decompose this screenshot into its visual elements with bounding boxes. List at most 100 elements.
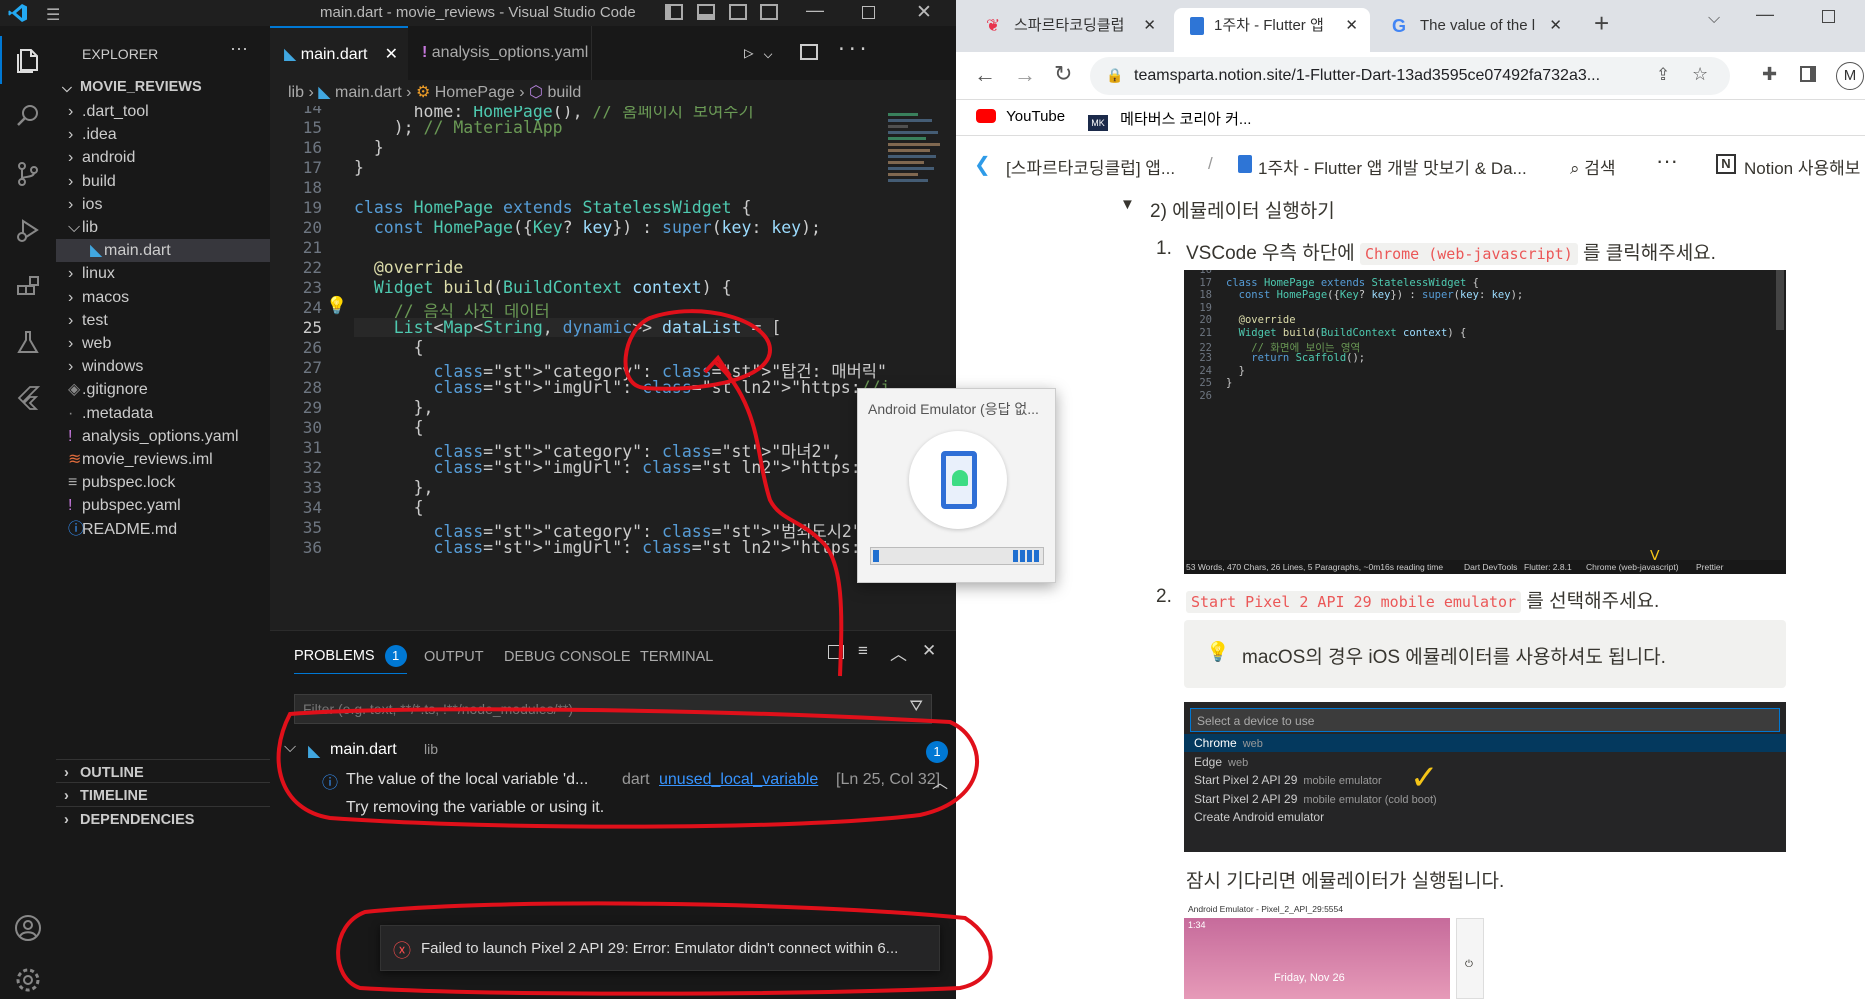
maximize-button[interactable]	[862, 6, 875, 19]
share-icon[interactable]: ⇪	[1656, 65, 1670, 85]
tree-item-android[interactable]: › android	[56, 146, 270, 169]
android-emulator-window[interactable]: Android Emulator (응답 없...	[857, 388, 1056, 583]
notion-breadcrumb-item[interactable]: [스파르타코딩클럽] 앱...	[1006, 154, 1175, 179]
close-tab-icon[interactable]: ✕	[1143, 8, 1156, 44]
timeline-section[interactable]: › TIMELINE	[56, 782, 270, 809]
explorer-more-icon[interactable]: ···	[230, 38, 248, 59]
tree-item-windows[interactable]: › windows	[56, 355, 270, 378]
tab-output[interactable]: OUTPUT	[424, 649, 484, 665]
code-line[interactable]: const HomePage({Key? key}) : super(key: …	[354, 218, 821, 237]
maximize-button[interactable]	[1822, 10, 1835, 23]
tree-item-readme-md[interactable]: ⓘ README.md	[56, 518, 270, 541]
tab-terminal[interactable]: TERMINAL	[640, 649, 713, 665]
lightbulb-icon[interactable]: 💡	[326, 296, 347, 316]
browser-tab-google[interactable]: G The value of the l ✕	[1378, 8, 1574, 52]
code-line[interactable]: class HomePage extends StatelessWidget {	[354, 198, 751, 217]
close-tab-icon[interactable]: ✕	[385, 28, 398, 82]
code-line[interactable]: }	[354, 158, 364, 177]
settings-gear-icon[interactable]	[0, 956, 56, 999]
run-icon[interactable]: ▷ ⌵	[744, 43, 773, 62]
menu-icon[interactable]: ☰	[46, 5, 60, 25]
notion-search[interactable]: ⌕ 검색	[1570, 154, 1616, 179]
tree-item-gitignore[interactable]: ◈ .gitignore	[56, 378, 270, 401]
extensions-puzzle-icon[interactable]: ✚	[1762, 64, 1777, 85]
tree-item-main-dart[interactable]: ◣ main.dart	[56, 239, 270, 263]
split-editor-icon[interactable]	[800, 44, 818, 60]
breadcrumb-item[interactable]: build	[547, 84, 581, 101]
tree-item-linux[interactable]: › linux	[56, 262, 270, 285]
maximize-panel-icon[interactable]: ︿	[890, 640, 907, 665]
close-tab-icon[interactable]: ✕	[1345, 8, 1358, 44]
code-line[interactable]: List<Map<String, dynamic>> dataList = [	[354, 318, 781, 337]
problem-file-row[interactable]: ⌵ ◣ main.dart lib 1	[282, 739, 948, 765]
tree-item-build[interactable]: › build	[56, 170, 270, 193]
code-line[interactable]: }	[354, 138, 384, 157]
account-icon[interactable]	[0, 904, 56, 952]
close-panel-icon[interactable]: ✕	[922, 641, 936, 661]
tree-item-dart-tool[interactable]: › .dart_tool	[56, 100, 270, 123]
tree-item-test[interactable]: › test	[56, 309, 270, 332]
project-root[interactable]: ⌵ MOVIE_REVIEWS	[56, 74, 270, 101]
search-icon[interactable]	[0, 92, 56, 140]
toggle-sidebar-icon[interactable]	[665, 4, 683, 20]
code-line[interactable]: },	[354, 398, 434, 417]
bookmark-metaverse[interactable]: MK 메타버스 코리아 커...	[1088, 108, 1251, 131]
code-line[interactable]: class="st">"imgUrl": class="st ln2">"htt…	[354, 378, 890, 397]
chevron-up-icon[interactable]: ︿	[932, 769, 948, 793]
minimap[interactable]	[888, 110, 948, 230]
run-debug-icon[interactable]	[0, 206, 56, 254]
bookmark-star-icon[interactable]: ☆	[1692, 64, 1708, 85]
code-line[interactable]: Widget build(BuildContext context) {	[354, 278, 732, 297]
problems-filter[interactable]: ⛛	[294, 694, 932, 724]
tree-item-idea[interactable]: › .idea	[56, 123, 270, 146]
profile-avatar[interactable]: M	[1836, 62, 1864, 90]
code-line[interactable]: {	[354, 418, 424, 437]
tree-item-movie-reviews-iml[interactable]: ≋ movie_reviews.iml	[56, 448, 270, 471]
explorer-icon[interactable]	[0, 36, 56, 84]
reload-icon[interactable]: ↻	[1054, 61, 1072, 87]
view-as-tree-icon[interactable]: ≡	[858, 641, 868, 661]
testing-icon[interactable]	[0, 318, 56, 366]
code-line[interactable]: {	[354, 498, 424, 517]
code-line[interactable]: {	[354, 338, 424, 357]
tab-problems[interactable]: PROBLEMS 1	[294, 645, 407, 674]
toggle-secondary-sidebar-icon[interactable]	[729, 4, 747, 20]
code-line[interactable]: class="st">"imgUrl": class="st ln2">"htt…	[354, 538, 890, 557]
tab-debug-console[interactable]: DEBUG CONSOLE	[504, 649, 631, 665]
close-button[interactable]: ✕	[916, 1, 932, 24]
problem-code-link[interactable]: unused_local_variable	[659, 771, 818, 789]
toggle-triangle-icon[interactable]: ▼	[1120, 196, 1135, 213]
tree-item-analysis-options-yaml[interactable]: ! analysis_options.yaml	[56, 425, 270, 448]
minimize-button[interactable]: —	[806, 0, 824, 21]
breadcrumb-item[interactable]: main.dart	[335, 84, 402, 101]
browser-tab-sparta[interactable]: ❦ 스파르타코딩클럽 ✕	[964, 8, 1168, 52]
code-line[interactable]: },	[354, 478, 434, 497]
new-tab-icon[interactable]: +	[1594, 8, 1609, 39]
code-line[interactable]: class="st">"imgUrl": class="st ln2">"htt…	[354, 458, 890, 477]
problems-filter-input[interactable]	[295, 695, 885, 723]
breadcrumb-item[interactable]: HomePage	[435, 84, 515, 101]
try-notion-link[interactable]: Notion 사용해보	[1744, 154, 1860, 179]
filter-icon[interactable]: ⛛	[910, 698, 923, 716]
tree-item-ios[interactable]: › ios	[56, 193, 270, 216]
tree-item-lib[interactable]: ⌵ lib	[56, 216, 270, 239]
tab-main-dart[interactable]: ◣ main.dart ✕	[270, 26, 408, 80]
tree-item-web[interactable]: › web	[56, 332, 270, 355]
error-notification[interactable]: ⓧ Failed to launch Pixel 2 API 29: Error…	[380, 925, 940, 971]
bookmark-youtube[interactable]: YouTube	[976, 108, 1065, 125]
browser-tab-notion[interactable]: 1주차 - Flutter 앱 ✕	[1174, 8, 1370, 52]
side-panel-icon[interactable]	[1800, 66, 1816, 82]
code-line[interactable]: ); // MaterialApp	[354, 118, 563, 137]
back-icon[interactable]: ←	[974, 62, 996, 88]
tree-item-metadata[interactable]: · .metadata	[56, 402, 270, 425]
dependencies-section[interactable]: › DEPENDENCIES	[56, 806, 270, 824]
problem-row[interactable]: ⓘ The value of the local variable 'd... …	[270, 767, 956, 823]
tab-analysis-options[interactable]: ! analysis_options.yaml	[408, 26, 592, 80]
toggle-heading[interactable]: 2) 에뮬레이터 실행하기	[1150, 196, 1335, 223]
breadcrumb-item[interactable]: lib	[288, 84, 304, 101]
notion-breadcrumb-item[interactable]: 1주차 - Flutter 앱 개발 맛보기 & Da...	[1258, 154, 1527, 179]
more-icon[interactable]: ···	[1656, 148, 1678, 174]
tree-item-macos[interactable]: › macos	[56, 286, 270, 309]
tree-item-pubspec-lock[interactable]: ≡ pubspec.lock	[56, 471, 270, 494]
forward-icon[interactable]: →	[1014, 62, 1036, 88]
